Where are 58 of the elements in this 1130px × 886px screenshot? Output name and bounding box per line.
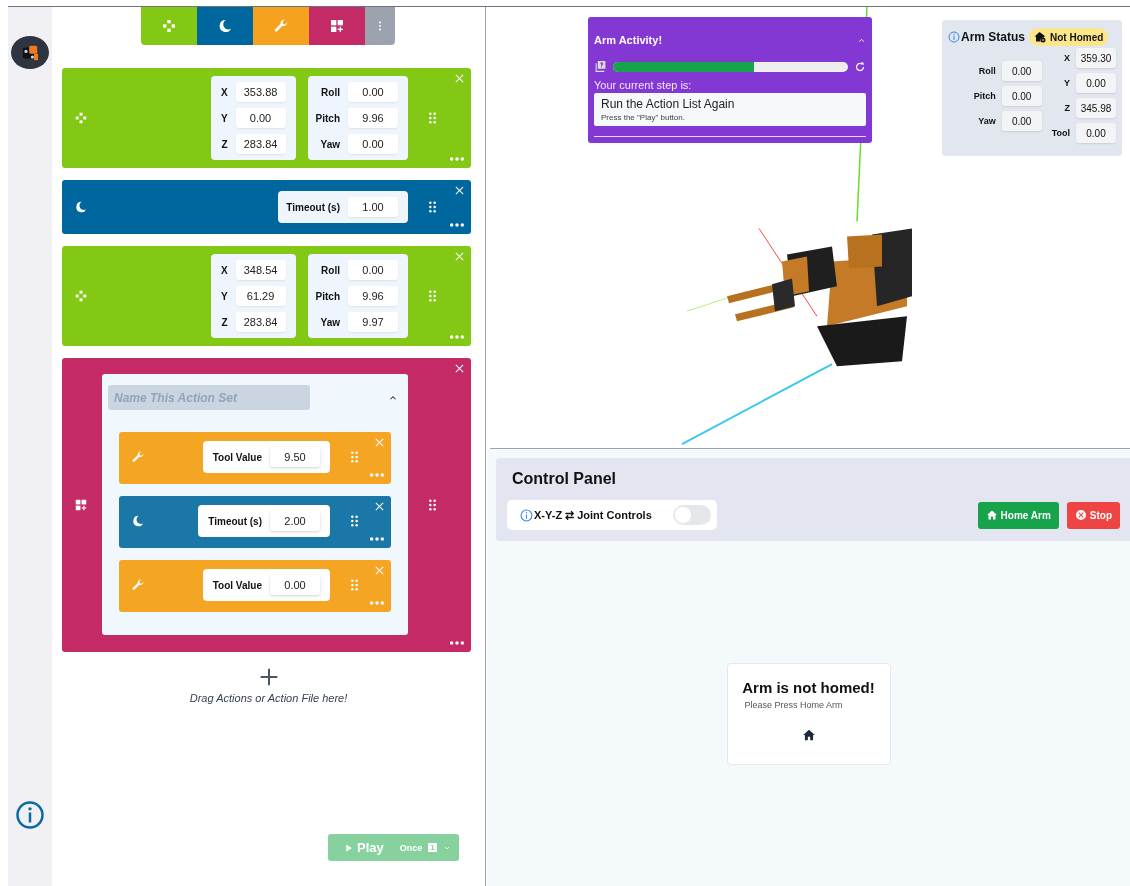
step-title: Run the Action List Again: [601, 97, 736, 111]
input-field[interactable]: 9.96: [348, 108, 398, 128]
input-field[interactable]: 353.88: [235, 82, 286, 102]
value-field: 359.30: [1076, 48, 1116, 68]
field-label: X: [1064, 53, 1070, 63]
stop-button[interactable]: Stop: [1066, 501, 1120, 529]
field-label: Roll: [321, 264, 340, 276]
drop-hint: Drag Actions or Action File here!: [189, 692, 348, 704]
input-field[interactable]: 348.54: [235, 260, 286, 280]
input-field[interactable]: 0.00: [348, 134, 398, 154]
value-field: 0.00: [1001, 61, 1042, 81]
field-label: Roll: [978, 66, 996, 76]
field-label: Timeout (s): [208, 515, 262, 527]
input-field[interactable]: 0.00: [348, 82, 398, 102]
input-field[interactable]: 0.00: [270, 575, 320, 595]
field-label: Z: [1064, 103, 1070, 113]
field-label: Yaw: [320, 138, 340, 150]
value-field: 0.00: [1001, 111, 1042, 131]
field-label: Yaw: [320, 316, 340, 328]
value-field: 345.98: [1076, 98, 1116, 118]
field-label: Tool Value: [212, 451, 262, 463]
field-label: Pitch: [973, 91, 996, 101]
panel-title: Control Panel: [512, 470, 617, 488]
value-field: 0.00: [1001, 86, 1042, 106]
field-label: Timeout (s): [286, 201, 340, 213]
input-field[interactable]: 61.29: [235, 286, 286, 306]
input-field[interactable]: 9.97: [348, 312, 398, 332]
input-field[interactable]: 283.84: [235, 312, 286, 332]
field-label: Roll: [321, 86, 340, 98]
input-field[interactable]: 9.50: [270, 447, 320, 467]
step-prompt: Your current step is:: [594, 79, 693, 91]
value-field: 0.00: [1076, 123, 1116, 143]
field-label: Tool Value: [212, 579, 262, 591]
field-label: Y: [1064, 78, 1070, 88]
input-field[interactable]: 0.00: [235, 108, 286, 128]
field-label: Y: [220, 112, 228, 124]
notice-text: Please Press Home Arm: [744, 700, 843, 710]
input-field[interactable]: 0.00: [348, 260, 398, 280]
field-label: Tool: [1051, 128, 1070, 138]
input-field[interactable]: 9.96: [348, 286, 398, 306]
input-field[interactable]: 283.84: [235, 134, 286, 154]
toggle-label: X-Y-Z ⇄ Joint Controls: [534, 508, 652, 522]
field-label: X: [220, 86, 228, 98]
value-field: 0.00: [1076, 73, 1116, 93]
panel-title: Arm Activity!: [594, 34, 663, 46]
field-label: Z: [221, 138, 228, 150]
step-hint: Press the "Play" button.: [601, 113, 686, 122]
input-field[interactable]: 1.00: [348, 197, 398, 217]
panel-title: Arm Status: [961, 30, 1025, 44]
input-field[interactable]: 2.00: [270, 511, 320, 531]
field-label: Y: [220, 290, 228, 302]
field-label: Pitch: [315, 112, 340, 124]
homing-badge: Not Homed: [1029, 28, 1109, 46]
field-label: Yaw: [978, 116, 996, 126]
field-label: Pitch: [315, 290, 340, 302]
field-label: Z: [221, 316, 228, 328]
notice-title: Arm is not homed!: [742, 679, 875, 696]
field-label: X: [220, 264, 228, 276]
